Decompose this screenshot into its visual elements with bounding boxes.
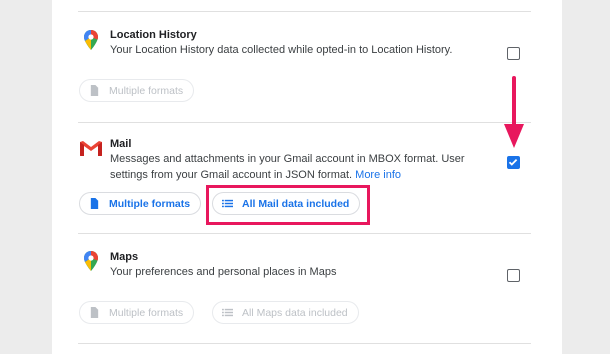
section-description: Your Location History data collected whi… <box>110 44 453 56</box>
location-history-checkbox[interactable] <box>507 47 520 60</box>
divider <box>78 343 531 344</box>
section-title: Mail <box>110 138 132 150</box>
annotation-arrow-icon <box>504 76 524 148</box>
section-description: Your preferences and personal places in … <box>110 266 337 278</box>
section-description-text: Messages and attachments in your Gmail a… <box>110 153 465 181</box>
file-icon <box>90 85 99 96</box>
location-history-pin-icon <box>84 30 98 50</box>
mail-checkbox[interactable] <box>507 156 520 169</box>
maps-pin-icon <box>84 251 98 271</box>
multiple-formats-chip[interactable]: Multiple formats <box>79 301 195 324</box>
multiple-formats-chip[interactable]: Multiple formats <box>79 79 195 102</box>
multiple-formats-chip[interactable]: Multiple formats <box>79 192 202 215</box>
chip-label: Multiple formats <box>109 84 184 97</box>
divider <box>78 233 531 234</box>
section-description: Messages and attachments in your Gmail a… <box>110 151 490 183</box>
highlight-box <box>206 185 370 225</box>
maps-checkbox[interactable] <box>507 269 520 282</box>
chip-label: Multiple formats <box>109 306 184 319</box>
divider <box>78 122 531 123</box>
chip-label: Multiple formats <box>109 197 191 210</box>
section-title: Location History <box>110 29 197 41</box>
divider <box>78 11 531 12</box>
gmail-icon <box>80 141 102 156</box>
list-icon <box>222 308 233 317</box>
chip-label: All Maps data included <box>242 306 348 319</box>
section-title: Maps <box>110 251 139 263</box>
file-icon <box>90 307 99 318</box>
file-icon <box>90 198 99 209</box>
checkmark-icon <box>508 158 518 166</box>
more-info-link[interactable]: More info <box>355 169 401 181</box>
all-maps-data-included-chip[interactable]: All Maps data included <box>212 301 359 324</box>
